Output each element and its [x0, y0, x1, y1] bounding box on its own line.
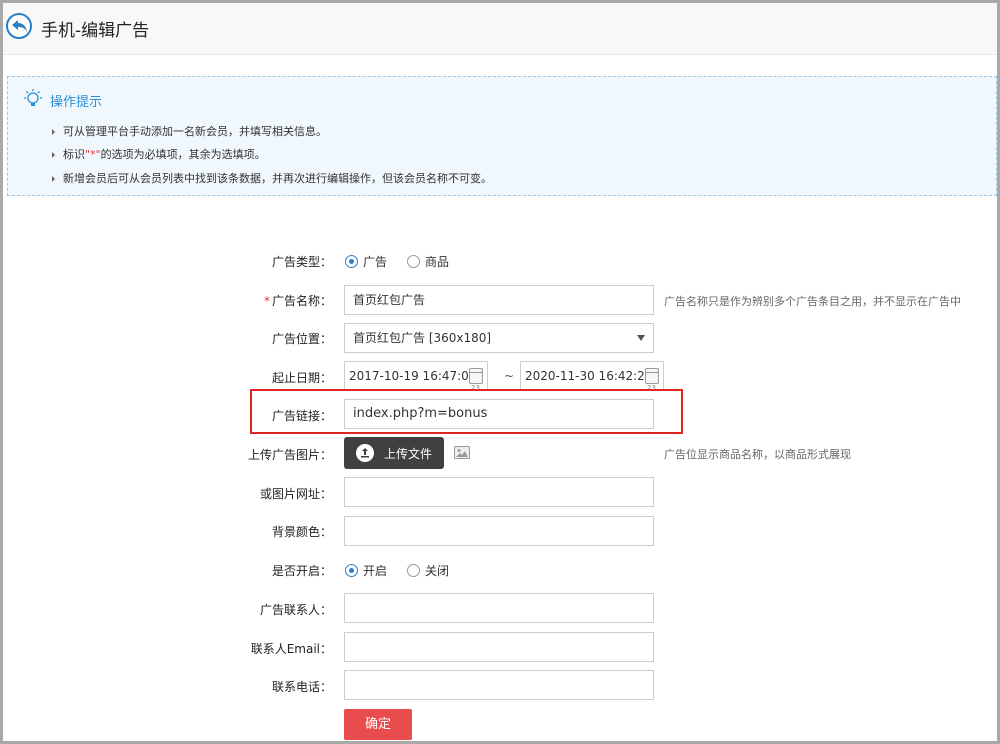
contact-label: 广告联系人：: [259, 603, 332, 617]
contact-input[interactable]: [344, 593, 654, 623]
tip-text: 新增会员后可从会员列表中找到该条数据，并再次进行编辑操作，但该会员名称不可变。: [63, 172, 492, 185]
upload-hint: 广告位显示商品名称，以商品形式展现: [664, 448, 851, 461]
radio-label: 关闭: [425, 564, 450, 578]
window-frame: 手机-编辑广告 操作提示 可从管理平台手动添加一名新会员，并填写相关信息。 标识…: [0, 0, 1000, 744]
start-date-input[interactable]: 2017-10-19 16:47:00 23: [344, 361, 488, 392]
tip-text: 的选项为必填项，其余为选填项。: [100, 148, 266, 161]
ad-name-hint: 广告名称只是作为辨别多个广告条目之用，并不显示在广告中: [664, 295, 961, 308]
ad-type-radio-ad[interactable]: 广告: [345, 253, 387, 270]
submit-button[interactable]: 确定: [344, 709, 412, 740]
ad-link-label: 广告链接：: [271, 409, 332, 423]
radio-unchecked-icon: [407, 255, 420, 268]
page-header: 手机-编辑广告: [3, 3, 997, 55]
radio-checked-icon: [345, 255, 358, 268]
phone-label: 联系电话：: [271, 680, 332, 694]
calendar-icon[interactable]: 23: [645, 368, 659, 392]
bullet-arrow-icon: [52, 152, 55, 158]
date-range-label: 起止日期：: [271, 371, 332, 385]
radio-checked-icon: [345, 564, 358, 577]
required-mark: "*": [85, 148, 101, 161]
enabled-radio-off[interactable]: 关闭: [407, 562, 449, 579]
operation-tips-panel: 操作提示 可从管理平台手动添加一名新会员，并填写相关信息。 标识"*"的选项为必…: [7, 76, 997, 196]
tips-title: 操作提示: [50, 95, 103, 110]
tip-item: 新增会员后可从会员列表中找到该条数据，并再次进行编辑操作，但该会员名称不可变。: [52, 170, 492, 186]
required-mark: *: [263, 294, 270, 308]
enabled-radio-on[interactable]: 开启: [345, 562, 387, 579]
start-date-value: 2017-10-19 16:47:00: [349, 369, 477, 383]
upload-button-label: 上传文件: [384, 446, 433, 461]
image-url-label: 或图片网址：: [259, 487, 332, 501]
email-input[interactable]: [344, 632, 654, 662]
bg-color-label: 背景颜色：: [271, 525, 332, 539]
upload-file-button[interactable]: 上传文件: [344, 437, 444, 469]
tip-item: 可从管理平台手动添加一名新会员，并填写相关信息。: [52, 123, 327, 139]
upload-icon: [356, 444, 374, 462]
upload-label: 上传广告图片：: [247, 448, 332, 462]
ad-name-label: * 广告名称：: [212, 292, 332, 309]
bullet-arrow-icon: [52, 129, 55, 135]
ad-link-input[interactable]: index.php?m=bonus: [344, 399, 654, 429]
radio-label: 开启: [363, 564, 388, 578]
tip-text: 标识: [63, 148, 85, 161]
phone-input[interactable]: [344, 670, 654, 700]
ad-name-label-text: 广告名称：: [271, 294, 332, 308]
calendar-icon[interactable]: 23: [469, 368, 483, 392]
ad-type-label: 广告类型：: [271, 255, 332, 269]
enabled-label: 是否开启：: [271, 564, 332, 578]
date-separator: ~: [504, 369, 515, 383]
radio-unchecked-icon: [407, 564, 420, 577]
ad-position-value: 首页红包广告 [360x180]: [353, 331, 492, 345]
ad-position-label: 广告位置：: [271, 332, 332, 346]
ad-position-select[interactable]: 首页红包广告 [360x180]: [344, 323, 654, 353]
email-label: 联系人Email：: [250, 642, 332, 656]
radio-label: 商品: [425, 255, 450, 269]
ad-edit-form: 广告类型： 广告 商品 * 广告名称： 首页红包广告 广告名称只是作为辨别多个广告…: [7, 213, 997, 741]
end-date-value: 2020-11-30 16:42:28: [525, 369, 653, 383]
back-arrow-icon[interactable]: [6, 13, 32, 39]
ad-name-input[interactable]: 首页红包广告: [344, 285, 654, 315]
image-preview-icon[interactable]: [454, 446, 470, 459]
radio-label: 广告: [363, 255, 388, 269]
bullet-arrow-icon: [52, 176, 55, 182]
lightbulb-icon: [24, 89, 42, 106]
end-date-input[interactable]: 2020-11-30 16:42:28 23: [520, 361, 664, 392]
bg-color-input[interactable]: [344, 516, 654, 546]
dropdown-arrow-icon: [637, 335, 645, 341]
image-url-input[interactable]: [344, 477, 654, 507]
tip-text: 可从管理平台手动添加一名新会员，并填写相关信息。: [63, 125, 327, 138]
page-title: 手机-编辑广告: [41, 21, 150, 41]
tip-item-required: 标识"*"的选项为必填项，其余为选填项。: [52, 146, 266, 162]
ad-type-radio-goods[interactable]: 商品: [407, 253, 449, 270]
